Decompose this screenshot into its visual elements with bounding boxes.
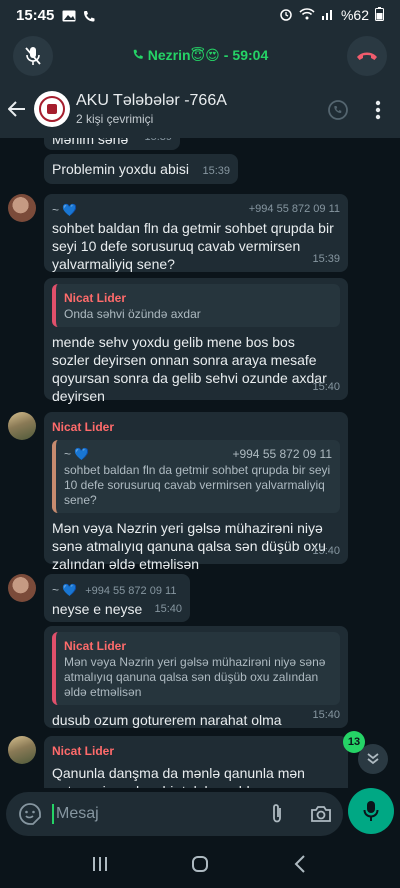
message-composer: Mesaj [0, 788, 400, 840]
quoted-sender: ~ 💙 [64, 447, 90, 461]
ongoing-call-bar[interactable]: Nezrin😇😍 - 59:04 [0, 30, 400, 80]
quoted-phone: +994 55 872 09 11 [232, 447, 332, 461]
message-bubble[interactable]: Nicat Lider ~ 💙 +994 55 872 09 11 sohbet… [44, 412, 348, 572]
quoted-message[interactable]: Nicat Lider Mən vəya Nəzrin yeri gəlsə m… [52, 632, 340, 705]
message-time: 15:40 [154, 603, 182, 615]
message-bubble[interactable]: Nicat Lider Qanunla danşma da mənlə qanu… [44, 736, 348, 788]
sticker-icon[interactable] [18, 802, 42, 826]
chat-messages[interactable]: Mənim sənə 15:39 Problemin yoxdu abisi 1… [0, 138, 400, 788]
hangup-icon [357, 52, 377, 60]
message-bubble[interactable]: Mənim sənə 15:39 [44, 138, 180, 150]
sender-avatar[interactable] [8, 736, 36, 764]
message-input[interactable]: Mesaj [56, 805, 99, 823]
text-cursor [52, 804, 54, 824]
phone-call-icon [82, 9, 96, 22]
sender-avatar[interactable] [8, 194, 36, 222]
message-text: Qanunla danşma da mənlə qanunla mən getm… [52, 765, 305, 788]
call-name: Nezrin😇😍 [147, 46, 220, 63]
sender-phone[interactable]: +994 55 872 09 11 [85, 585, 176, 597]
status-time: 15:45 [16, 6, 55, 24]
message-text: sohbet baldan fln da getmir sohbet qrupd… [52, 220, 334, 272]
back-nav-button[interactable] [285, 849, 315, 879]
add-call-icon [328, 100, 348, 120]
home-icon [192, 856, 208, 872]
arrow-left-icon [8, 101, 25, 117]
message-sender[interactable]: ~ 💙 [52, 583, 77, 597]
status-bar: 15:45 %62 [0, 0, 400, 30]
message-input-box[interactable]: Mesaj [6, 792, 343, 836]
gallery-icon [62, 9, 76, 22]
battery-icon [375, 6, 384, 24]
double-chevron-down-icon [367, 753, 379, 765]
microphone-icon [363, 801, 379, 821]
camera-icon[interactable] [309, 802, 333, 826]
kebab-menu-icon [375, 100, 381, 120]
message-sender[interactable]: Nicat Lider [52, 742, 340, 760]
message-text: Mən vəya Nəzrin yeri gəlsə mühazirəni ni… [52, 520, 326, 572]
mute-button[interactable] [13, 36, 53, 76]
quoted-message[interactable]: ~ 💙 +994 55 872 09 11 sohbet baldan fln … [52, 440, 340, 513]
recent-apps-button[interactable] [85, 849, 115, 879]
quoted-text: Onda səhvi özündə axdar [64, 307, 201, 321]
home-button[interactable] [185, 849, 215, 879]
message-time: 15:39 [202, 165, 230, 177]
message-time: 15:40 [312, 381, 340, 393]
message-bubble[interactable]: Nicat Lider Onda səhvi özündə axdar mend… [44, 278, 348, 404]
group-title-block[interactable]: AKU Tələbələr -766A 2 kişi çevrimiçi [76, 92, 227, 126]
call-phone-icon [132, 47, 144, 63]
sender-avatar[interactable] [8, 574, 36, 602]
mic-off-icon [25, 47, 41, 65]
message-bubble[interactable]: ~ 💙 +994 55 872 09 11 neyse e neyse 15:4… [44, 574, 190, 622]
call-info: Nezrin😇😍 - 59:04 [132, 47, 268, 64]
more-options-button[interactable] [366, 98, 390, 122]
message-time: 15:39 [312, 253, 340, 265]
unread-count-badge[interactable]: 13 [343, 731, 365, 753]
paperclip-icon[interactable] [265, 802, 289, 826]
sender-avatar[interactable] [8, 412, 36, 440]
message-bubble[interactable]: Nicat Lider Mən vəya Nəzrin yeri gəlsə m… [44, 626, 348, 728]
message-time: 15:40 [312, 709, 340, 721]
wifi-icon [299, 7, 315, 23]
quoted-text: Mən vəya Nəzrin yeri gəlsə mühazirəni ni… [64, 655, 326, 699]
message-bubble[interactable]: ~ 💙 +994 55 872 09 11 sohbet baldan fln … [44, 194, 348, 272]
recents-icon [93, 857, 107, 871]
message-sender[interactable]: Nicat Lider [52, 418, 340, 436]
signal-icon [321, 7, 335, 23]
message-time: 15:40 [312, 545, 340, 557]
quoted-sender: Nicat Lider [64, 291, 127, 305]
quoted-message[interactable]: Nicat Lider Onda səhvi özündə axdar [52, 284, 340, 327]
group-logo [39, 96, 65, 122]
quoted-sender: Nicat Lider [64, 639, 127, 653]
chevron-left-icon [294, 855, 305, 873]
call-duration: 59:04 [232, 47, 269, 63]
voice-message-button[interactable] [348, 788, 394, 834]
message-text: Problemin yoxdu abisi [52, 161, 189, 177]
message-text: Mənim sənə [52, 138, 129, 147]
group-avatar[interactable] [34, 91, 70, 127]
message-bubble[interactable]: Problemin yoxdu abisi 15:39 [44, 154, 238, 184]
call-separator: - [223, 47, 229, 63]
end-call-button[interactable] [347, 36, 387, 76]
group-online-status: 2 kişi çevrimiçi [76, 112, 154, 126]
message-sender[interactable]: ~ 💙 [52, 203, 77, 217]
message-text: dusub ozum goturerem narahat olma [52, 712, 282, 728]
chat-header[interactable]: AKU Tələbələr -766A 2 kişi çevrimiçi [0, 80, 400, 138]
quoted-text: sohbet baldan fln da getmir sohbet qrupd… [64, 463, 331, 507]
message-time: 15:39 [144, 138, 172, 146]
message-text: mende sehv yoxdu gelib mene bos bos sozl… [52, 334, 327, 404]
status-right: %62 [279, 6, 384, 24]
system-navigation-bar [0, 840, 400, 888]
add-call-button[interactable] [326, 98, 350, 122]
battery-level: %62 [340, 7, 369, 23]
sender-phone[interactable]: +994 55 872 09 11 [249, 200, 340, 218]
alarm-icon [279, 7, 293, 24]
group-title: AKU Tələbələr -766A [76, 92, 227, 109]
back-button[interactable] [2, 94, 32, 124]
